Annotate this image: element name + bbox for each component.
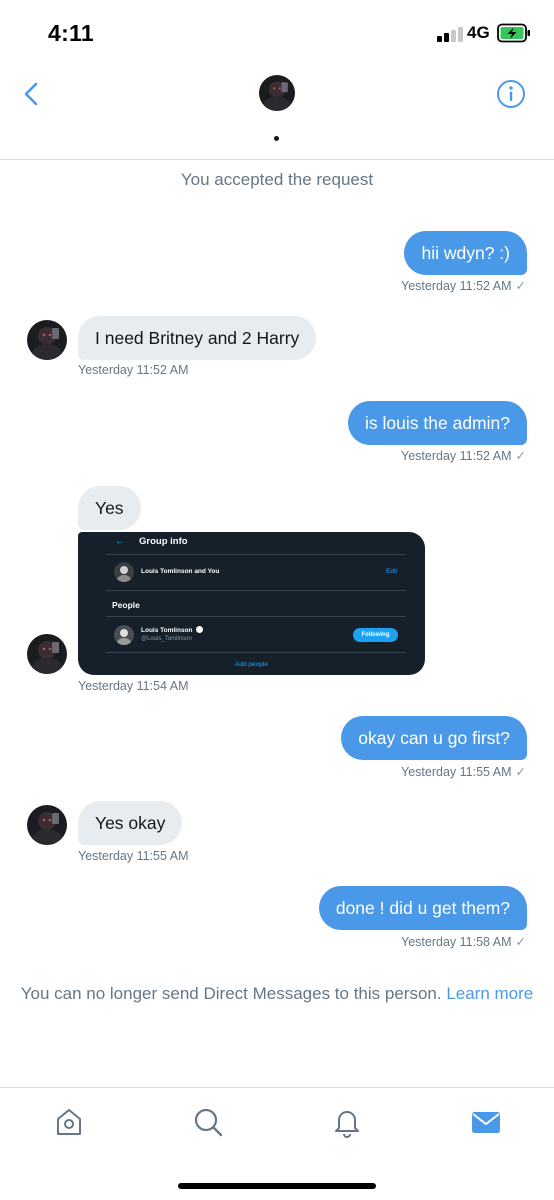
divider — [106, 652, 406, 653]
notice-text: You can no longer send Direct Messages t… — [20, 984, 442, 1003]
mail-icon[interactable] — [470, 1106, 502, 1138]
divider — [106, 590, 406, 591]
read-check-icon: ✓ — [515, 279, 526, 293]
info-circle-icon[interactable] — [496, 79, 526, 109]
cellular-signal-icon — [437, 26, 463, 42]
message-timestamp: Yesterday 11:55 AM ✓ — [401, 765, 526, 779]
group-name: Louis Tomlinson and You — [141, 568, 220, 575]
section-heading: People — [112, 600, 140, 610]
status-bar: 4:11 4G — [0, 0, 554, 62]
message-bubble-incoming[interactable]: Yes okay — [78, 801, 183, 845]
message-bubble-outgoing[interactable]: okay can u go first? — [341, 716, 527, 760]
group-avatar — [114, 562, 134, 582]
search-icon[interactable] — [192, 1106, 224, 1138]
dm-disabled-notice: You can no longer send Direct Messages t… — [20, 984, 534, 1004]
attachment-title: Group info — [139, 536, 188, 547]
add-people-link: Add people — [235, 661, 268, 668]
home-indicator — [178, 1183, 376, 1189]
avatar[interactable] — [259, 75, 295, 111]
message-timestamp: Yesterday 11:52 AM — [78, 363, 189, 377]
message-timestamp: Yesterday 11:58 AM ✓ — [401, 935, 526, 949]
edit-link: Edit — [386, 568, 398, 575]
read-check-icon: ✓ — [515, 765, 526, 779]
arrow-left-icon: ← — [115, 536, 125, 547]
message-timestamp: Yesterday 11:54 AM — [78, 679, 189, 693]
following-button: Following — [353, 628, 398, 642]
member-handle: @Louis_Tomlinson — [141, 636, 192, 642]
status-time: 4:11 — [48, 20, 94, 46]
verified-badge-icon — [195, 626, 203, 633]
screenshot-attachment[interactable]: ← Group info Louis Tomlinson and You Edi… — [78, 532, 425, 675]
message-bubble-incoming[interactable]: I need Britney and 2 Harry — [78, 316, 317, 360]
avatar[interactable] — [27, 805, 67, 845]
conversation-header — [0, 62, 554, 160]
bell-icon[interactable] — [331, 1106, 363, 1138]
status-dot — [274, 136, 279, 141]
battery-charging-icon — [497, 23, 530, 43]
message-bubble-incoming[interactable]: Yes — [78, 486, 141, 530]
member-avatar — [114, 625, 134, 645]
chevron-left-icon[interactable] — [18, 80, 46, 108]
avatar[interactable] — [27, 320, 67, 360]
read-check-icon: ✓ — [515, 935, 526, 949]
read-check-icon: ✓ — [515, 449, 526, 463]
divider — [106, 616, 406, 617]
message-timestamp: Yesterday 11:55 AM — [78, 849, 189, 863]
network-type: 4G — [467, 23, 490, 42]
member-name: Louis Tomlinson — [141, 626, 203, 634]
divider — [106, 554, 406, 555]
home-icon[interactable] — [53, 1106, 85, 1138]
message-timestamp: Yesterday 11:52 AM ✓ — [401, 279, 526, 293]
message-timestamp: Yesterday 11:52 AM ✓ — [401, 449, 526, 463]
message-bubble-outgoing[interactable]: hii wdyn? :) — [404, 231, 527, 275]
message-bubble-outgoing[interactable]: done ! did u get them? — [318, 886, 527, 930]
message-bubble-outgoing[interactable]: is louis the admin? — [348, 401, 527, 445]
avatar[interactable] — [27, 634, 67, 674]
learn-more-link[interactable]: Learn more — [446, 984, 533, 1003]
request-accepted-note: You accepted the request — [180, 170, 374, 189]
